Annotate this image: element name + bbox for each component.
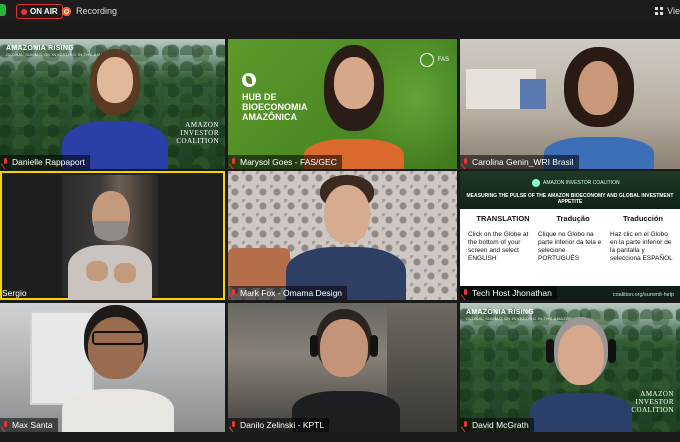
- video-tile-danilo[interactable]: Danilo Zelinski - KPTL: [228, 303, 457, 432]
- participant-name-label: Danilo Zelinski - KPTL: [228, 418, 330, 432]
- video-tile-tech-host-slide[interactable]: AMAZON INVESTOR COALITION MEASURING THE …: [460, 171, 680, 300]
- participant-video: [540, 47, 660, 169]
- video-tile-marysol[interactable]: HUB DE BIOECONOMIA AMAZÔNICA FAS Marysol…: [228, 39, 457, 169]
- security-shield-icon[interactable]: [0, 4, 6, 16]
- grid-view-icon: [655, 7, 664, 15]
- muted-mic-icon: [230, 157, 237, 167]
- muted-mic-icon: [462, 288, 469, 298]
- muted-mic-icon: [230, 420, 237, 430]
- amazon-investor-coalition-logo: AMAZON INVESTOR COALITION: [176, 121, 219, 145]
- video-tile-david[interactable]: AMAZONIA RISING GLOBAL SUMMIT ON INVESTI…: [460, 303, 680, 432]
- portuguese-column: Tradução Clique no Globo na parte inferi…: [538, 214, 602, 263]
- muted-mic-icon: [230, 288, 237, 298]
- participant-video: [60, 45, 170, 169]
- muted-mic-icon: [462, 157, 469, 167]
- participant-video: [298, 43, 408, 169]
- recording-label: Recording: [76, 6, 118, 16]
- participant-name-label: Tech Host Jhonathan: [460, 286, 557, 300]
- participant-name-label: Danielle Rappaport: [0, 155, 90, 169]
- participant-name-label: Max Santa: [0, 418, 58, 432]
- participant-video: [66, 185, 154, 299]
- coalition-logo: AMAZON INVESTOR COALITION: [532, 179, 620, 187]
- recording-indicator[interactable]: Recording: [62, 4, 117, 18]
- participant-video: [58, 305, 178, 432]
- slide-header: AMAZON INVESTOR COALITION MEASURING THE …: [460, 171, 680, 209]
- participant-video: [280, 175, 410, 300]
- leaf-icon: [242, 73, 256, 87]
- video-tile-sergio-active-speaker[interactable]: Sergio: [0, 171, 225, 300]
- view-label: Vie: [667, 6, 680, 16]
- participant-name-label: Marysol Goes - FAS/GEC: [228, 155, 342, 169]
- participant-name-label: Sergio: [2, 288, 27, 298]
- muted-mic-icon: [462, 420, 469, 430]
- meeting-top-bar: ON AIR Recording Vie: [0, 0, 680, 22]
- muted-mic-icon: [2, 157, 9, 167]
- participant-video: [526, 317, 636, 432]
- video-tile-mark[interactable]: Mark Fox - Omama Design: [228, 171, 457, 300]
- video-tile-danielle[interactable]: AMAZONIA RISING GLOBAL SUMMIT ON INVESTI…: [0, 39, 225, 169]
- spanish-column: Traducción Haz clic en el Globo en la pa…: [610, 214, 673, 263]
- translation-instructions: TRANSLATION Click on the Globe at the bo…: [460, 209, 680, 286]
- on-air-badge: ON AIR: [16, 4, 63, 19]
- slide-title: MEASURING THE PULSE OF THE AMAZON BIOECO…: [466, 193, 674, 205]
- amazon-investor-coalition-logo: AMAZON INVESTOR COALITION: [631, 390, 674, 414]
- recording-icon: [62, 6, 71, 16]
- muted-mic-icon: [2, 420, 9, 430]
- english-column: TRANSLATION Click on the Globe at the bo…: [468, 214, 530, 263]
- on-air-label: ON AIR: [30, 7, 58, 16]
- help-url: coalition.org/summit-help: [612, 292, 674, 298]
- video-tile-carolina[interactable]: Carolina Genin_WRI Brasil: [460, 39, 680, 169]
- participant-video: [286, 307, 406, 432]
- view-button[interactable]: Vie: [655, 4, 680, 18]
- video-tile-max[interactable]: Max Santa: [0, 303, 225, 432]
- participant-name-label: Mark Fox - Omama Design: [228, 286, 348, 300]
- participant-name-label: David McGrath: [460, 418, 534, 432]
- live-dot-icon: [21, 8, 27, 15]
- fas-logo: FAS: [419, 53, 449, 67]
- participant-name-label: Carolina Genin_WRI Brasil: [460, 155, 579, 169]
